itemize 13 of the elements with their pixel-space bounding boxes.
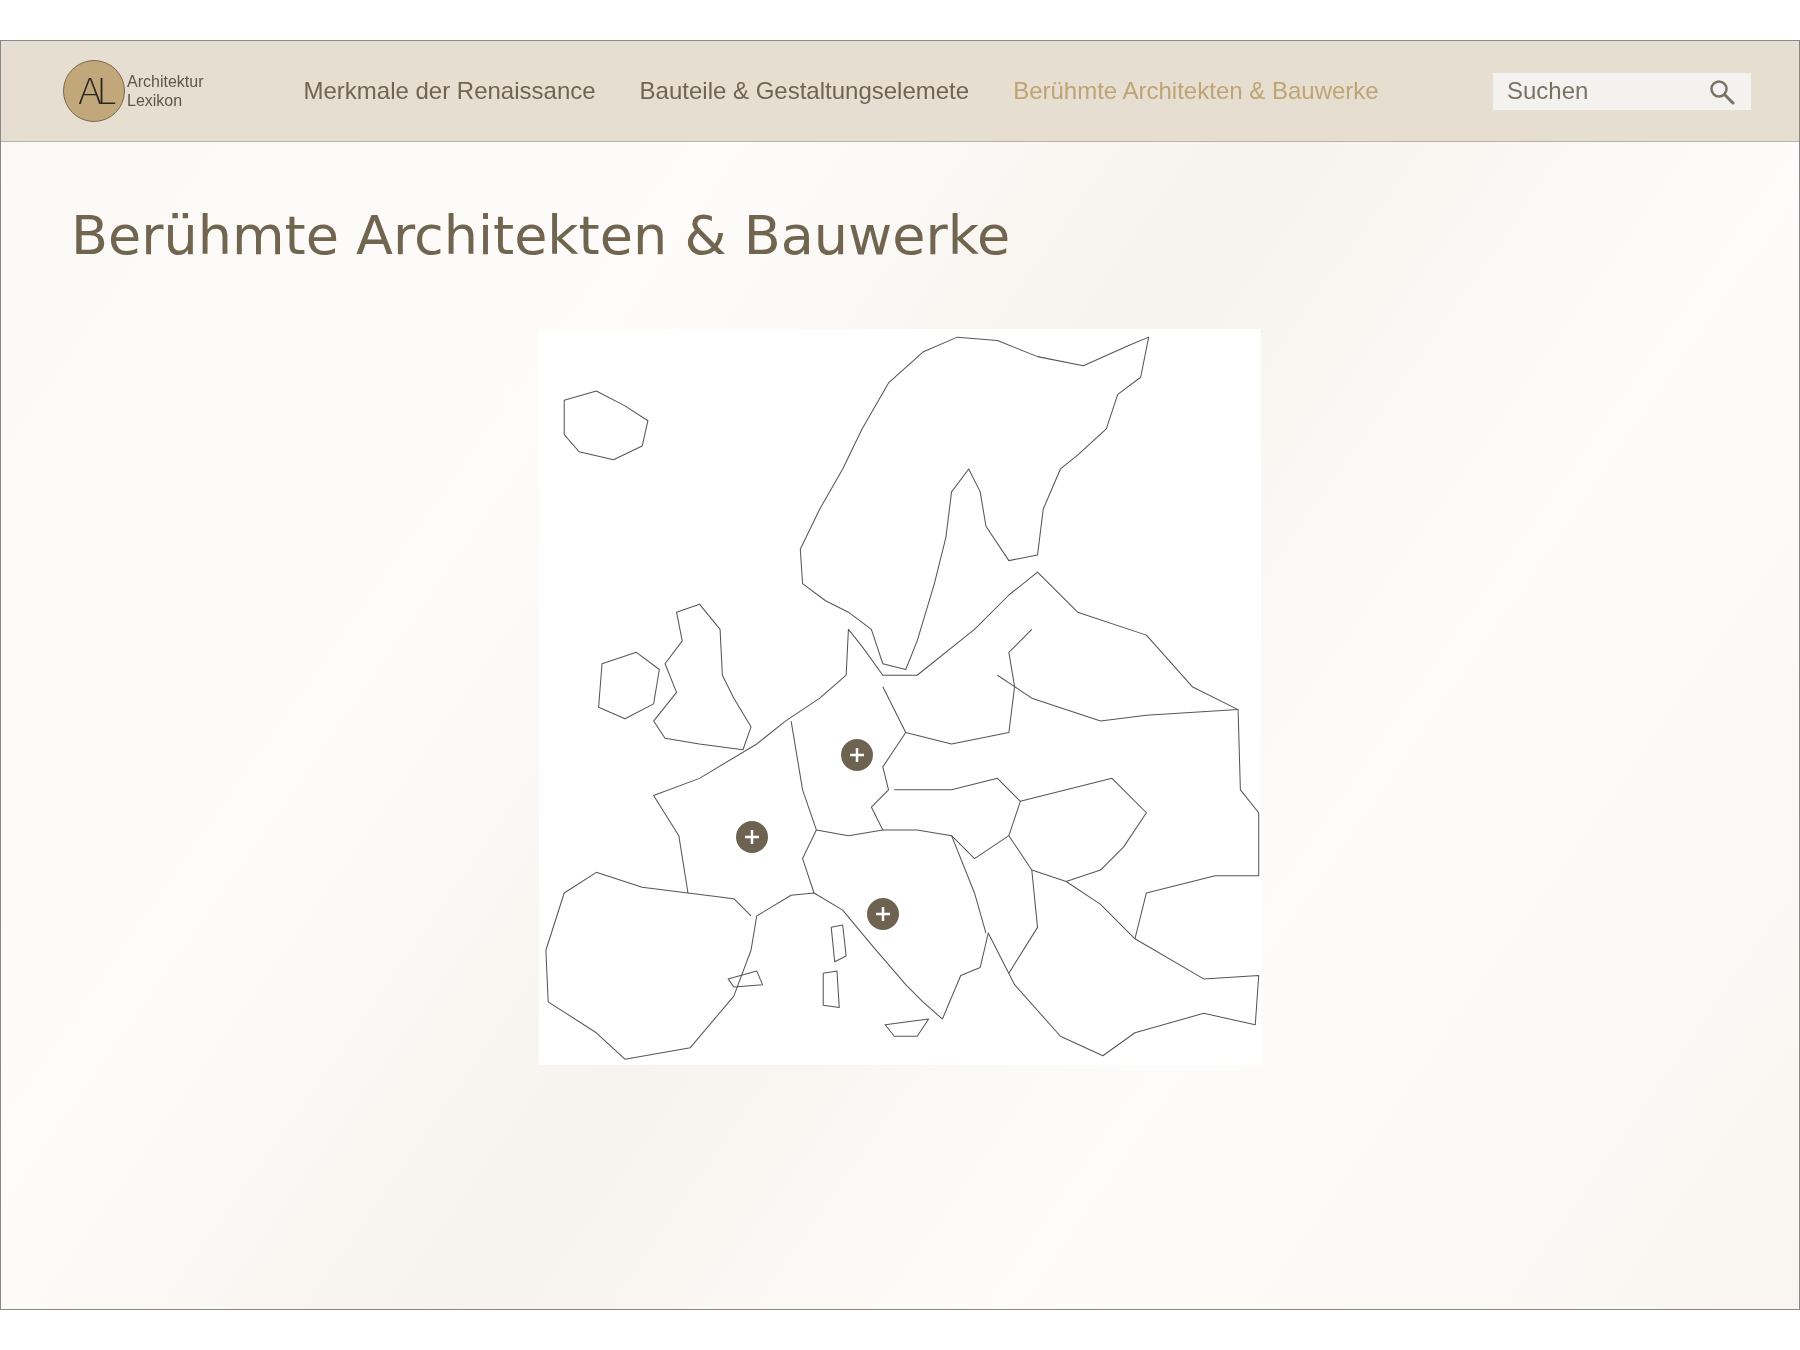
map-pin-button[interactable] (867, 898, 899, 930)
logo-text: Architektur Lexikon (127, 72, 204, 110)
search-field[interactable]: Suchen (1493, 72, 1751, 110)
plus-icon (849, 747, 865, 763)
plus-icon (744, 829, 760, 845)
map-pin-button[interactable] (736, 821, 768, 853)
logo-mark[interactable]: AL (63, 60, 125, 122)
page-title: Berühmte Architekten & Bauwerke (71, 204, 1012, 267)
search-icon[interactable] (1709, 78, 1735, 105)
nav-link[interactable]: Merkmale der Renaissance (303, 77, 596, 105)
map-pin-button[interactable] (841, 739, 873, 771)
plus-icon (875, 906, 891, 922)
nav-link[interactable]: Bauteile & Gestaltungselemete (639, 77, 970, 105)
